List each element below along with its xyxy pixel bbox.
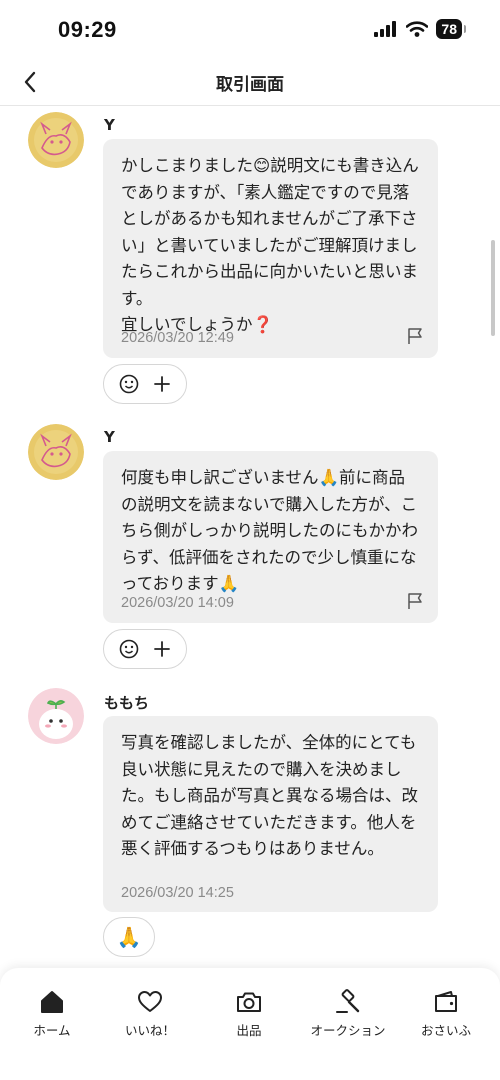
avatar[interactable] — [28, 424, 84, 480]
message-timestamp: 2026/03/20 14:25 — [121, 885, 234, 901]
message-timestamp: 2026/03/20 14:09 — [121, 595, 234, 611]
status-icons: 78 — [374, 19, 466, 39]
scrollbar[interactable] — [491, 240, 495, 336]
message-bubble: かしこまりました😊説明文にも書き込んでありますが、「素人鑑定ですので見落としがあ… — [103, 139, 438, 358]
tab-likes[interactable]: いいね！ — [100, 988, 200, 1039]
tab-label: おさいふ — [420, 1023, 471, 1038]
add-reaction-button[interactable] — [103, 364, 187, 404]
wifi-icon — [406, 21, 429, 37]
tab-home[interactable]: ホーム — [2, 988, 102, 1039]
plus-icon — [153, 640, 171, 658]
message-text: かしこまりました😊説明文にも書き込んでありますが、「素人鑑定ですので見落としがあ… — [121, 156, 419, 334]
avatar-illustration-icon — [28, 112, 84, 168]
smiley-icon — [119, 639, 139, 659]
nav-header: 取引画面 — [0, 58, 500, 106]
smiley-icon — [119, 374, 139, 394]
signal-icon — [374, 21, 397, 37]
add-reaction-button[interactable] — [103, 629, 187, 669]
bottom-tab-bar: ホーム いいね！ 出品 オークション おさいふ — [0, 968, 500, 1080]
gavel-icon — [336, 989, 360, 1013]
tab-label: いいね！ — [124, 1023, 175, 1038]
page-title: 取引画面 — [216, 75, 284, 95]
wallet-icon — [435, 991, 457, 1012]
sender-name: ももち — [104, 694, 150, 712]
tab-sell[interactable]: 出品 — [199, 988, 299, 1039]
sender-name: Y — [104, 428, 115, 446]
tab-wallet[interactable]: おさいふ — [396, 988, 496, 1039]
message-text: 何度も申し訳ございません🙏前に商品の説明文を読まないで購入した方が、こちら側がし… — [121, 468, 418, 593]
message-bubble: 何度も申し訳ございません🙏前に商品の説明文を読まないで購入した方が、こちら側がし… — [103, 451, 438, 623]
reaction-badge[interactable]: 🙏 — [103, 917, 155, 957]
message-timestamp: 2026/03/20 12:49 — [121, 330, 234, 346]
tab-label: 出品 — [236, 1023, 262, 1038]
status-time: 09:29 — [58, 17, 117, 42]
tab-auction[interactable]: オークション — [298, 988, 398, 1039]
battery-indicator: 78 — [436, 19, 466, 39]
reaction-emoji: 🙏 — [116, 925, 142, 949]
camera-icon — [237, 992, 261, 1012]
message-text: 写真を確認しましたが、全体的にとても良い状態に見えたので購入を決めました。もし商… — [121, 733, 418, 858]
avatar-illustration-icon — [28, 424, 84, 480]
avatar[interactable] — [28, 112, 84, 168]
plus-icon — [153, 375, 171, 393]
message-bubble: 写真を確認しましたが、全体的にとても良い状態に見えたので購入を決めました。もし商… — [103, 716, 438, 912]
tab-label: オークション — [310, 1023, 386, 1038]
status-bar: 09:29 78 — [0, 0, 500, 58]
avatar[interactable] — [28, 688, 84, 744]
heart-icon — [138, 991, 162, 1012]
flag-icon[interactable] — [406, 327, 424, 345]
flag-icon[interactable] — [406, 592, 424, 610]
tab-label: ホーム — [33, 1023, 71, 1038]
avatar-illustration-icon — [28, 688, 84, 744]
sender-name: Y — [104, 116, 115, 134]
home-icon — [41, 991, 63, 1013]
